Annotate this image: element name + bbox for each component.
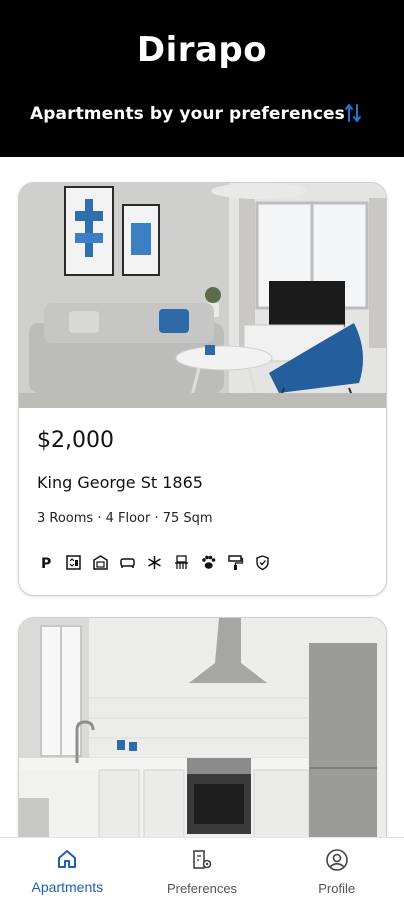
sofa-icon: [118, 553, 137, 572]
page-subtitle: Apartments by your preferences: [30, 104, 345, 124]
ac-snowflake-icon: [145, 553, 164, 572]
nav-label-profile: Profile: [318, 881, 356, 896]
app-header: Dirapo Apartments by your preferences: [0, 0, 404, 157]
listing-address: King George St 1865: [37, 473, 203, 492]
nav-item-apartments[interactable]: Apartments: [0, 838, 135, 900]
kitchen-photo: [19, 618, 386, 837]
listing-price: $2,000: [37, 428, 114, 453]
preferences-icon: [190, 848, 214, 877]
amenities-row: P: [37, 553, 272, 572]
profile-icon: [325, 848, 349, 877]
listing-details: 3 Rooms · 4 Floor · 75 Sqm: [37, 511, 213, 526]
safe-room-icon: [91, 553, 110, 572]
security-shield-icon: [253, 553, 272, 572]
nav-label-apartments: Apartments: [31, 879, 104, 895]
listing-card[interactable]: [18, 617, 387, 837]
nav-item-profile[interactable]: Profile: [269, 838, 404, 900]
nav-item-preferences[interactable]: Preferences: [135, 838, 270, 900]
listing-card[interactable]: $2,000 King George St 1865 3 Rooms · 4 F…: [18, 182, 387, 596]
nav-label-preferences: Preferences: [166, 881, 238, 896]
elevator-icon: [64, 553, 83, 572]
bottom-navigation: Apartments Preferences Profile: [0, 837, 404, 900]
svg-text:P: P: [41, 556, 51, 571]
brand-logo: Dirapo: [136, 30, 268, 70]
living-room-photo: [19, 183, 386, 408]
renovated-roller-icon: [226, 553, 245, 572]
parking-icon: P: [37, 553, 56, 572]
sort-arrows-icon: [344, 101, 362, 130]
sort-button[interactable]: [342, 102, 364, 128]
balcony-icon: [172, 553, 191, 572]
home-icon: [56, 848, 78, 875]
pets-paw-icon: [199, 553, 218, 572]
listings-feed[interactable]: $2,000 King George St 1865 3 Rooms · 4 F…: [0, 157, 404, 837]
